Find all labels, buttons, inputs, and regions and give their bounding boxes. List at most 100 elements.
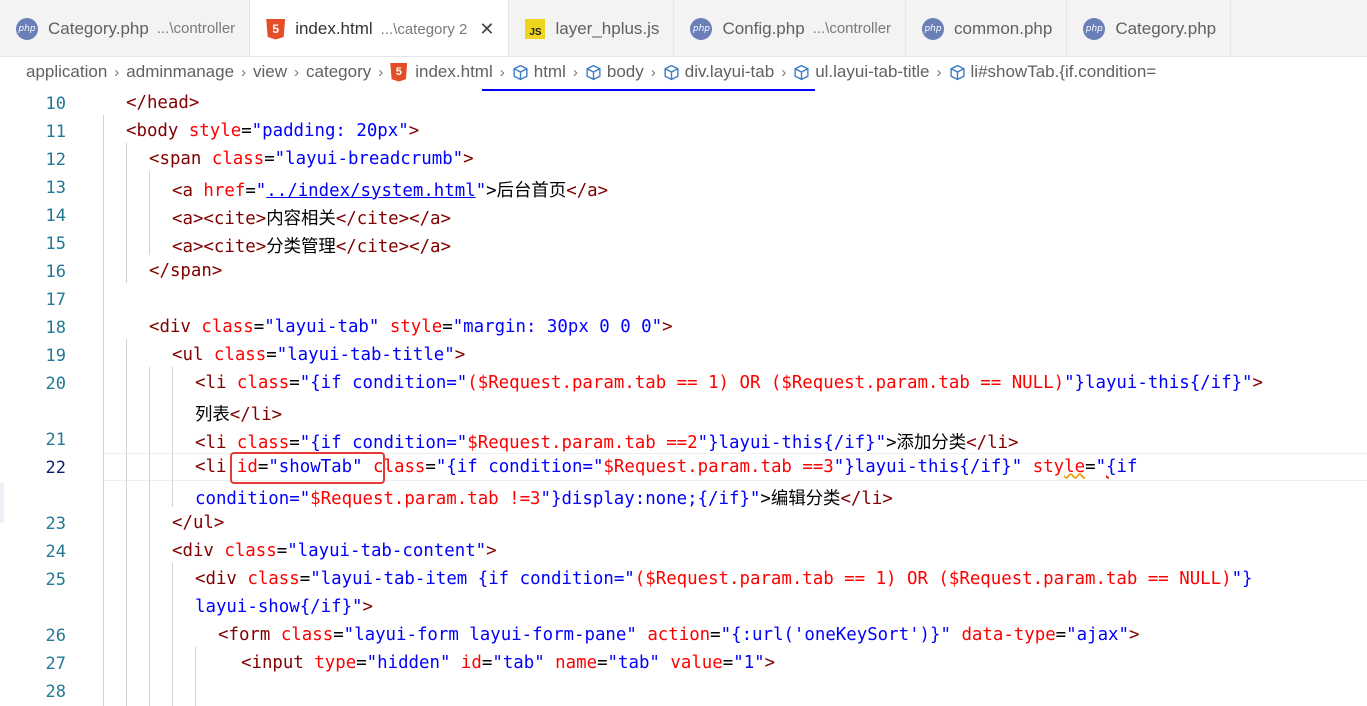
- breadcrumb-item-li-showtab[interactable]: li#showTab.{if.condition=: [949, 62, 1157, 82]
- code-line-18: <div class="layui-tab" style="margin: 30…: [149, 317, 673, 337]
- tab-description: ...\category 2: [380, 20, 468, 38]
- breadcrumb-item-index-html[interactable]: 5 index.html: [390, 62, 493, 82]
- line-number: 17: [45, 290, 66, 310]
- tab-label: Category.php: [1115, 18, 1217, 38]
- link-system-html[interactable]: ../index/system.html: [266, 181, 475, 201]
- breadcrumb-item-body[interactable]: body: [585, 62, 644, 82]
- indent-guide: [126, 339, 127, 706]
- breadcrumb-item-html[interactable]: html: [512, 62, 566, 82]
- cube-icon: [794, 64, 809, 80]
- code-line-16: </span>: [149, 261, 223, 281]
- php-icon: php: [690, 17, 713, 40]
- html-icon: 5: [390, 62, 408, 82]
- code-line-10: </head>: [126, 93, 200, 113]
- breadcrumb-item-adminmanage[interactable]: adminmanage: [126, 62, 234, 82]
- scrolled-line-fragment: [482, 87, 815, 91]
- code-line-23: </ul>: [172, 513, 225, 533]
- breadcrumb-item-ul-layui-tab-title[interactable]: ul.layui-tab-title: [793, 62, 930, 82]
- lint-warning: le: [1064, 457, 1086, 477]
- indent-guide: [195, 647, 196, 706]
- line-number: 19: [45, 346, 66, 366]
- code-line-19: <ul class="layui-tab-title">: [172, 345, 466, 365]
- tab-label: Category.php: [48, 18, 149, 38]
- chevron-right-icon: ›: [650, 63, 656, 81]
- line-number: 13: [45, 178, 66, 198]
- chevron-right-icon: ›: [114, 63, 120, 81]
- code-line-24: <div class="layui-tab-content">: [172, 541, 497, 561]
- cube-icon: [513, 64, 528, 80]
- annotation-highlight-box: [230, 452, 385, 484]
- breadcrumb-item-div-layui-tab[interactable]: div.layui-tab: [663, 62, 774, 82]
- line-number: 21: [45, 430, 66, 450]
- breadcrumb: application › adminmanage › view › categ…: [0, 57, 1367, 87]
- line-number: 20: [45, 374, 66, 394]
- line-number: 11: [45, 122, 66, 142]
- breadcrumb-label: body: [606, 62, 644, 81]
- indent-guide: [126, 143, 127, 283]
- cube-icon: [586, 64, 601, 80]
- breadcrumb-label: ul.layui-tab-title: [815, 62, 930, 81]
- php-icon: php: [1083, 17, 1106, 40]
- php-icon: php: [922, 17, 945, 40]
- close-icon[interactable]: ✕: [479, 19, 494, 40]
- breadcrumb-item-view[interactable]: view: [253, 62, 287, 82]
- line-number: 16: [45, 262, 66, 282]
- line-number: 10: [45, 94, 66, 114]
- chevron-right-icon: ›: [378, 63, 384, 81]
- breadcrumb-label: html: [533, 62, 566, 81]
- code-line-25-wrap: layui-show{/if}">: [195, 597, 374, 617]
- indent-guide: [172, 563, 173, 706]
- code-line-13: <a href="../index/system.html">后台首页</a>: [172, 181, 609, 201]
- line-number-current: 22: [45, 458, 66, 478]
- chevron-right-icon: ›: [781, 63, 787, 81]
- chevron-right-icon: ›: [499, 63, 505, 81]
- cube-icon: [949, 64, 965, 80]
- code-line-14: <a><cite>内容相关</cite></a>: [172, 209, 451, 229]
- js-icon: JS: [525, 18, 546, 39]
- tab-description: ...\controller: [156, 20, 236, 37]
- breadcrumb-item-category[interactable]: category: [306, 62, 371, 82]
- tab-label: layer_hplus.js: [555, 18, 660, 38]
- cube-icon: [664, 64, 679, 80]
- code-line-15: <a><cite>分类管理</cite></a>: [172, 237, 451, 257]
- breadcrumb-label: div.layui-tab: [684, 62, 775, 81]
- line-number: 27: [45, 654, 66, 674]
- chevron-right-icon: ›: [936, 63, 942, 81]
- code-line-20: <li class="{if condition="($Request.para…: [195, 373, 1264, 393]
- code-line-11: <body style="padding: 20px">: [126, 121, 420, 141]
- chevron-right-icon: ›: [572, 63, 578, 81]
- code-line-25: <div class="layui-tab-item {if condition…: [195, 569, 1253, 589]
- chevron-right-icon: ›: [241, 63, 247, 81]
- tab-common-php[interactable]: php common.php: [906, 0, 1068, 56]
- line-number: 14: [45, 206, 66, 226]
- editor-tab-bar: php Category.php ...\controller 5 index.…: [0, 0, 1367, 57]
- tab-category-php[interactable]: php Category.php ...\controller: [0, 0, 251, 56]
- tab-category-php-2[interactable]: php Category.php: [1067, 0, 1232, 56]
- code-editor[interactable]: 10 </head> 11 <body style="padding: 20px…: [0, 87, 1367, 706]
- line-number: 25: [45, 570, 66, 590]
- code-line-22-wrap: condition="$Request.param.tab !=3"}displ…: [195, 489, 893, 509]
- code-line-26: <form class="layui-form layui-form-pane"…: [218, 625, 1140, 645]
- code-line-20-wrap: 列表</li>: [195, 405, 283, 425]
- line-number: 24: [45, 542, 66, 562]
- line-number: 12: [45, 150, 66, 170]
- indent-guide: [149, 367, 150, 706]
- code-line-27: <input type="hidden" id="tab" name="tab"…: [241, 653, 776, 673]
- tab-label: index.html: [295, 19, 373, 38]
- tab-label: Config.php: [722, 18, 805, 38]
- tab-label: common.php: [954, 18, 1053, 38]
- tab-index-html[interactable]: 5 index.html ...\category 2 ✕: [250, 0, 510, 56]
- breadcrumb-label: li#showTab.{if.condition=: [970, 62, 1157, 81]
- tab-description: ...\controller: [812, 20, 892, 37]
- tab-config-php[interactable]: php Config.php ...\controller: [674, 0, 907, 56]
- breadcrumb-item-application[interactable]: application: [26, 62, 107, 82]
- code-line-12: <span class="layui-breadcrumb">: [149, 149, 474, 169]
- chevron-right-icon: ›: [294, 63, 300, 81]
- line-number: 26: [45, 626, 66, 646]
- tab-layer-hplus-js[interactable]: JS layer_hplus.js: [509, 0, 675, 56]
- line-number: 15: [45, 234, 66, 254]
- indent-guide: [149, 171, 150, 255]
- code-line-21: <li class="{if condition="$Request.param…: [195, 433, 1019, 453]
- indent-guide: [103, 115, 104, 706]
- indent-guide: [172, 367, 173, 507]
